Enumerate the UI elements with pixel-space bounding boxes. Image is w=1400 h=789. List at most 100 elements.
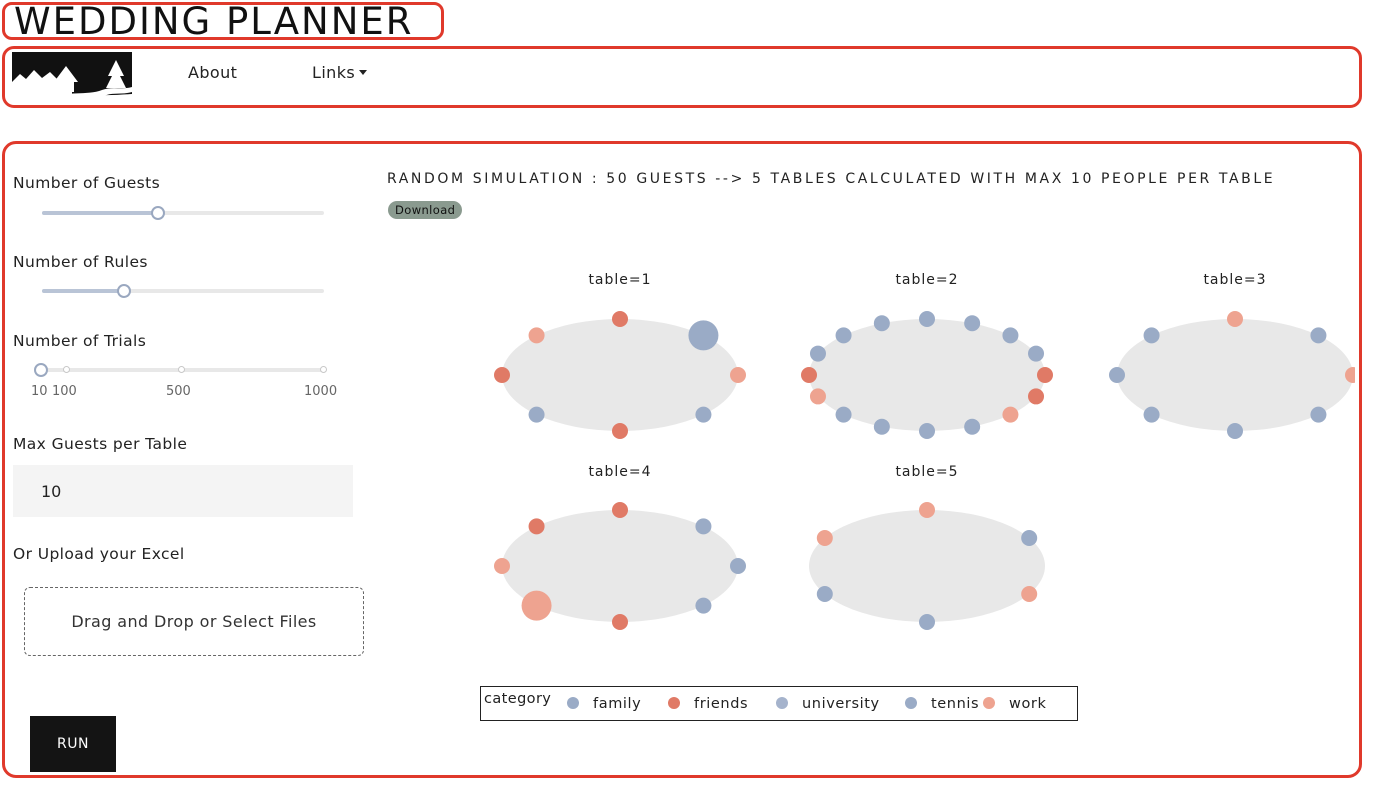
guest-point[interactable]	[1028, 388, 1045, 405]
guest-point[interactable]	[816, 586, 833, 602]
guest-point[interactable]	[1037, 367, 1053, 383]
guest-point[interactable]	[964, 315, 981, 332]
guest-point[interactable]	[494, 558, 510, 574]
trials-label: Number of Trials	[13, 332, 147, 350]
guest-point[interactable]	[730, 367, 746, 383]
chart-legend: category family friends university tennis wo…	[480, 686, 1078, 721]
guest-point[interactable]	[1002, 327, 1019, 344]
trials-slider-dot	[320, 366, 327, 373]
guest-point[interactable]	[873, 418, 890, 435]
guest-point[interactable]	[964, 418, 981, 435]
max-guests-label: Max Guests per Table	[13, 435, 188, 453]
table-group: table=1	[494, 272, 746, 439]
app-title: WEDDING PLANNER	[14, 0, 414, 43]
simulation-title: RANDOM SIMULATION : 50 GUESTS --> 5 TABL…	[387, 171, 1276, 187]
guest-point[interactable]	[528, 327, 545, 344]
guest-point[interactable]	[1143, 327, 1160, 344]
guest-point[interactable]	[695, 518, 712, 535]
guest-point[interactable]	[695, 597, 712, 614]
guest-point[interactable]	[919, 614, 935, 630]
guest-point[interactable]	[1310, 406, 1327, 423]
legend-dot-icon	[567, 697, 579, 709]
table-group: table=3	[1109, 272, 1355, 439]
legend-title: category	[484, 691, 552, 707]
trials-slider-dot	[178, 366, 185, 373]
guest-point[interactable]	[528, 518, 545, 535]
caret-down-icon	[359, 70, 368, 75]
table-title: table=1	[588, 272, 651, 288]
nav-links-label: Links	[312, 63, 356, 82]
run-button[interactable]: RUN	[30, 716, 116, 772]
upload-dropzone[interactable]: Drag and Drop or Select Files	[24, 587, 364, 656]
guest-point[interactable]	[1143, 406, 1160, 423]
logo-icon[interactable]	[12, 52, 132, 99]
legend-label: friends	[694, 696, 749, 712]
guest-point[interactable]	[809, 388, 826, 405]
guest-point[interactable]	[919, 311, 935, 327]
guest-point[interactable]	[1021, 530, 1038, 546]
guest-point[interactable]	[835, 327, 852, 344]
legend-item-work[interactable]: work	[983, 696, 1047, 712]
rules-slider-handle[interactable]	[116, 284, 131, 298]
table-title: table=5	[895, 464, 958, 480]
guest-point[interactable]	[1227, 423, 1243, 439]
guest-point[interactable]	[1002, 406, 1019, 423]
trials-mark: 10	[31, 384, 48, 399]
table-group: table=5	[809, 464, 1045, 630]
guest-point[interactable]	[1021, 586, 1038, 602]
guest-point[interactable]	[801, 367, 817, 383]
guest-point[interactable]	[1028, 345, 1045, 362]
guest-point[interactable]	[612, 502, 628, 518]
table-title: table=3	[1203, 272, 1266, 288]
guest-point[interactable]	[521, 590, 552, 621]
guest-point[interactable]	[873, 315, 890, 332]
guest-point[interactable]	[730, 558, 746, 574]
table-title: table=2	[895, 272, 958, 288]
guest-point[interactable]	[919, 502, 935, 518]
max-guests-input[interactable]	[13, 465, 353, 517]
download-button[interactable]: Download	[388, 201, 463, 219]
guest-point[interactable]	[695, 406, 712, 423]
guest-point[interactable]	[612, 311, 628, 327]
legend-dot-icon	[776, 697, 788, 709]
guest-point[interactable]	[835, 406, 852, 423]
trials-mark: 500	[166, 384, 191, 399]
table-ellipse	[809, 510, 1045, 622]
table-group: table=4	[494, 464, 746, 630]
upload-label: Or Upload your Excel	[13, 545, 185, 563]
rules-slider-fill	[42, 289, 124, 293]
nav-links-dropdown[interactable]: Links	[312, 63, 368, 82]
guest-point[interactable]	[1109, 367, 1125, 383]
guests-slider-handle[interactable]	[150, 206, 165, 220]
guest-point[interactable]	[1310, 327, 1327, 344]
guest-point[interactable]	[919, 423, 935, 439]
guest-point[interactable]	[494, 367, 510, 383]
guest-point[interactable]	[528, 406, 545, 423]
legend-item-university[interactable]: university	[776, 696, 880, 712]
legend-label: work	[1009, 696, 1047, 712]
seating-chart: table=1 table=2 table=3 table=4 table=5	[494, 272, 1355, 630]
nav-about-link[interactable]: About	[188, 63, 237, 82]
guests-slider[interactable]	[42, 206, 324, 220]
trials-slider[interactable]: 10 100 500 1000	[31, 363, 337, 399]
legend-dot-icon	[905, 697, 917, 709]
trials-mark: 1000	[304, 384, 338, 399]
guest-point[interactable]	[688, 320, 719, 351]
guest-point[interactable]	[612, 614, 628, 630]
legend-item-family[interactable]: family	[567, 696, 641, 712]
rules-slider[interactable]	[42, 284, 324, 298]
trials-slider-dot	[63, 366, 70, 373]
trials-slider-handle[interactable]	[34, 363, 48, 377]
guest-point[interactable]	[816, 530, 833, 546]
guest-point[interactable]	[1227, 311, 1243, 327]
table-group: table=2	[801, 272, 1053, 439]
legend-item-friends[interactable]: friends	[668, 696, 748, 712]
trials-mark: 100	[52, 384, 77, 399]
guest-point[interactable]	[809, 345, 826, 362]
legend-dot-icon	[983, 697, 995, 709]
guest-point[interactable]	[612, 423, 628, 439]
guests-slider-fill	[42, 211, 158, 215]
legend-item-tennis[interactable]: tennis	[905, 696, 979, 712]
legend-dot-icon	[668, 697, 680, 709]
table-title: table=4	[588, 464, 651, 480]
